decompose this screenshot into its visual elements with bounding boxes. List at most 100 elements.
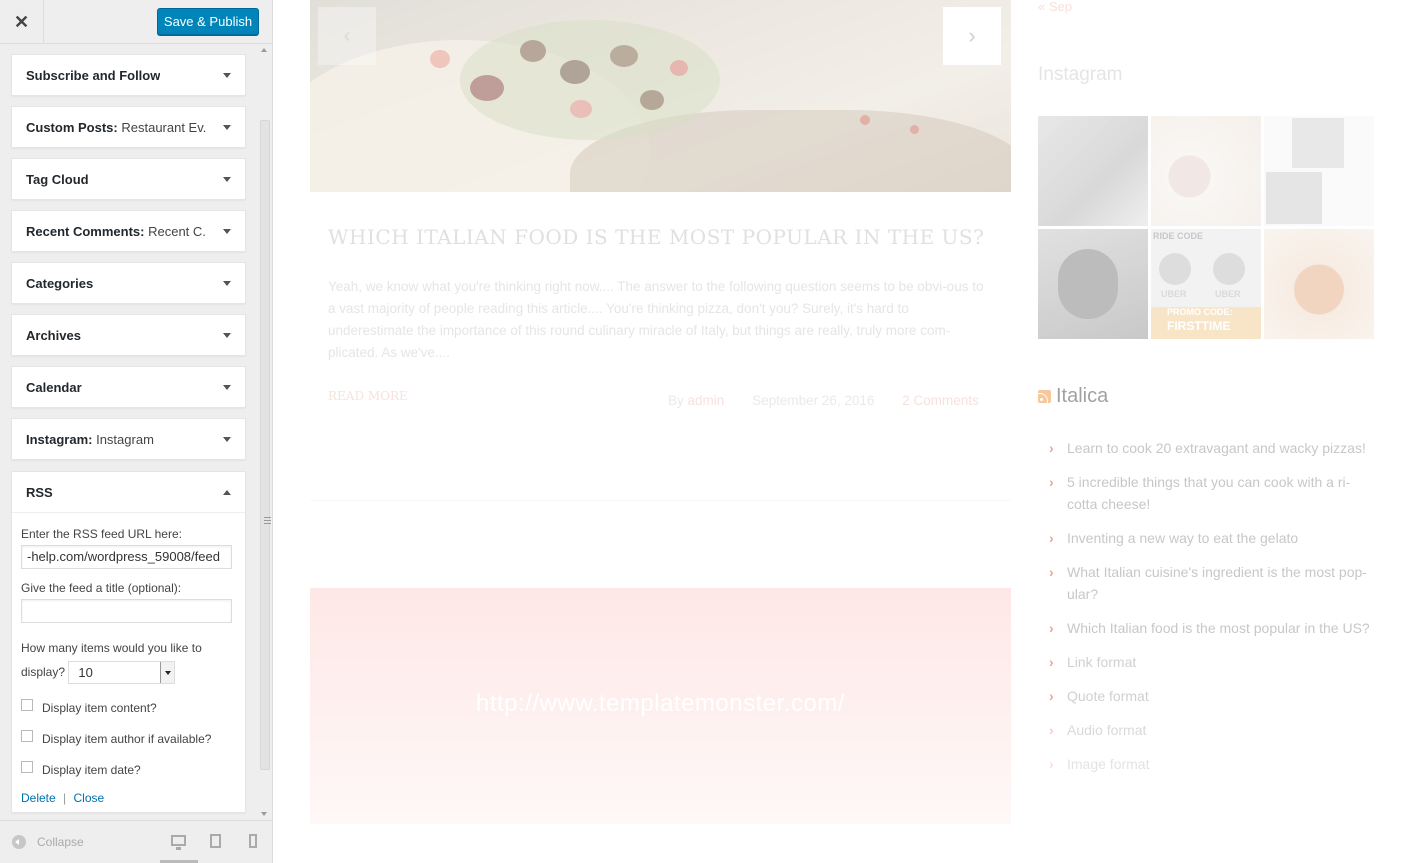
chevron-down-icon[interactable]	[160, 662, 175, 684]
expand-arrow-icon[interactable]	[223, 436, 231, 442]
widget-title: Subscribe and Follow	[26, 67, 161, 83]
widget-title: Instagram:	[26, 431, 93, 447]
rss-item[interactable]: › Quote format	[1049, 685, 1379, 707]
display-author-checkbox[interactable]	[21, 730, 33, 743]
instagram-photo[interactable]	[1151, 116, 1261, 226]
instagram-photo[interactable]	[1264, 116, 1374, 226]
rss-item-link[interactable]: Which Italian food is the most popular i…	[1067, 620, 1370, 636]
close-icon[interactable]: ✕	[0, 0, 44, 44]
site-preview: ‹ › WHICH ITALIAN FOOD IS THE MOST POPUL…	[273, 0, 1411, 863]
rss-count-row: How many items would you like to display…	[21, 636, 236, 685]
scroll-down-icon[interactable]	[261, 812, 267, 816]
widget-instagram[interactable]: Instagram: Instagram	[11, 418, 246, 460]
rss-widget-heading: Italica	[1038, 385, 1108, 408]
rss-count-label: How many items would you like to	[21, 641, 202, 655]
post-title[interactable]: WHICH ITALIAN FOOD IS THE MOST POPULAR I…	[328, 225, 1008, 249]
expand-arrow-icon[interactable]	[223, 124, 231, 130]
rss-item-list: › Learn to cook 20 extravagant and wacky …	[1049, 437, 1379, 787]
widget-custom-posts[interactable]: Custom Posts: Restaurant Ev...	[11, 106, 246, 148]
widget-title: Archives	[26, 327, 81, 343]
rss-item-link[interactable]: Link format	[1067, 654, 1136, 670]
expand-arrow-icon[interactable]	[223, 72, 231, 78]
slider-prev-button[interactable]: ‹	[318, 7, 376, 65]
rss-item[interactable]: › Audio format	[1049, 719, 1379, 741]
customizer-screen: ✕ Save & Publish Subscribe and Follow Cu…	[0, 0, 1411, 863]
widget-actions: Delete | Close	[21, 791, 236, 805]
customizer-sidebar: ✕ Save & Publish Subscribe and Follow Cu…	[0, 0, 273, 863]
post-excerpt: Yeah, we know what you're thinking right…	[328, 279, 984, 360]
display-content-checkbox[interactable]	[21, 699, 33, 712]
rss-item[interactable]: › 5 incredible things that you can cook w…	[1049, 471, 1379, 515]
widget-categories[interactable]: Categories	[11, 262, 246, 304]
scroll-thumb[interactable]	[260, 120, 271, 770]
collapse-label: Collapse	[37, 835, 84, 849]
instagram-photo[interactable]: RIDE CODE UBER UBER PROMO CODE: FIRSTTIM…	[1151, 229, 1261, 339]
instagram-photo[interactable]	[1038, 229, 1148, 339]
rss-item-link[interactable]: Image format	[1067, 756, 1149, 772]
rss-item-link[interactable]: 5 incredible things that you can cook wi…	[1067, 474, 1350, 512]
expand-arrow-icon[interactable]	[223, 384, 231, 390]
rss-item[interactable]: › Link format	[1049, 651, 1379, 673]
instagram-photo[interactable]	[1264, 229, 1374, 339]
widget-calendar[interactable]: Calendar	[11, 366, 246, 408]
grip-icon	[264, 517, 271, 524]
save-publish-button[interactable]: Save & Publish	[157, 8, 259, 35]
option-display-date: Display item date?	[21, 754, 236, 785]
instagram-grid: RIDE CODE UBER UBER PROMO CODE: FIRSTTIM…	[1038, 116, 1377, 339]
display-date-checkbox[interactable]	[21, 761, 33, 774]
rss-count-select[interactable]: 10	[68, 661, 176, 685]
widget-archives[interactable]: Archives	[11, 314, 246, 356]
scroll-up-icon[interactable]	[261, 48, 267, 52]
rss-item[interactable]: › Image format	[1049, 753, 1379, 775]
comments-link[interactable]: 2 Comments	[902, 393, 979, 408]
link-format-post[interactable]: http://www.templatemonster.com/	[310, 588, 1011, 824]
post-divider	[310, 500, 1011, 501]
widget-list: Subscribe and Follow Custom Posts: Resta…	[0, 44, 258, 819]
rss-url-input[interactable]: -help.com/wordpress_59008/feed	[21, 545, 232, 569]
desktop-preview-icon[interactable]	[171, 835, 186, 850]
rss-item-link[interactable]: Inventing a new way to eat the gelato	[1067, 530, 1298, 546]
widget-subtitle: Recent C...	[148, 223, 206, 239]
rss-item[interactable]: › Inventing a new way to eat the gelato	[1049, 527, 1379, 549]
slider-next-button[interactable]: ›	[943, 7, 1001, 65]
widget-title: RSS	[26, 484, 53, 500]
close-link[interactable]: Close	[74, 791, 105, 805]
widget-tag-cloud[interactable]: Tag Cloud	[11, 158, 246, 200]
mobile-preview-icon[interactable]	[249, 834, 257, 848]
delete-link[interactable]: Delete	[21, 791, 56, 805]
author-link[interactable]: admin	[688, 393, 725, 408]
rss-item[interactable]: › Learn to cook 20 extravagant and wacky …	[1049, 437, 1379, 459]
rss-item-link[interactable]: Audio format	[1067, 722, 1146, 738]
rss-item[interactable]: › Which Italian food is the most popular …	[1049, 617, 1379, 639]
rss-item-link[interactable]: Quote format	[1067, 688, 1149, 704]
rss-feed-icon[interactable]	[1038, 390, 1051, 403]
link-post-url[interactable]: http://www.templatemonster.com/	[476, 690, 845, 718]
display-author-label: Display item author if available?	[42, 731, 212, 746]
expand-arrow-icon[interactable]	[223, 228, 231, 234]
widget-title: Calendar	[26, 379, 82, 395]
calendar-prev-link[interactable]: « Sep	[1038, 0, 1072, 14]
collapse-button[interactable]: Collapse	[12, 835, 84, 849]
option-display-author: Display item author if available?	[21, 723, 236, 754]
sidebar-scrollbar[interactable]	[258, 44, 272, 819]
rss-item[interactable]: › What Italian cuisine's ingredient is th…	[1049, 561, 1379, 605]
widget-subscribe-follow[interactable]: Subscribe and Follow	[11, 54, 246, 96]
rss-title-input[interactable]	[21, 599, 232, 623]
uber-text: UBER	[1161, 289, 1187, 299]
rss-widget-header[interactable]: RSS	[12, 472, 245, 512]
tablet-preview-icon[interactable]	[210, 834, 221, 848]
expand-arrow-icon[interactable]	[223, 176, 231, 182]
rss-item-link[interactable]: Learn to cook 20 extravagant and wacky p…	[1067, 440, 1366, 456]
widget-recent-comments[interactable]: Recent Comments: Recent C...	[11, 210, 246, 252]
expand-arrow-icon[interactable]	[223, 332, 231, 338]
rss-item-link[interactable]: What Italian cuisine's ingredient is the…	[1067, 564, 1367, 602]
post-date: September 26, 2016	[752, 393, 875, 408]
rss-widget-form: Enter the RSS feed URL here: -help.com/w…	[12, 512, 245, 805]
read-more-link[interactable]: READ MORE	[328, 389, 408, 403]
collapse-arrow-icon[interactable]	[223, 489, 231, 495]
post-image-slider: ‹ ›	[310, 0, 1011, 192]
widget-rss: RSS Enter the RSS feed URL here: -help.c…	[11, 471, 246, 813]
rss-widget-title[interactable]: Italica	[1056, 385, 1108, 408]
expand-arrow-icon[interactable]	[223, 280, 231, 286]
instagram-photo[interactable]	[1038, 116, 1148, 226]
